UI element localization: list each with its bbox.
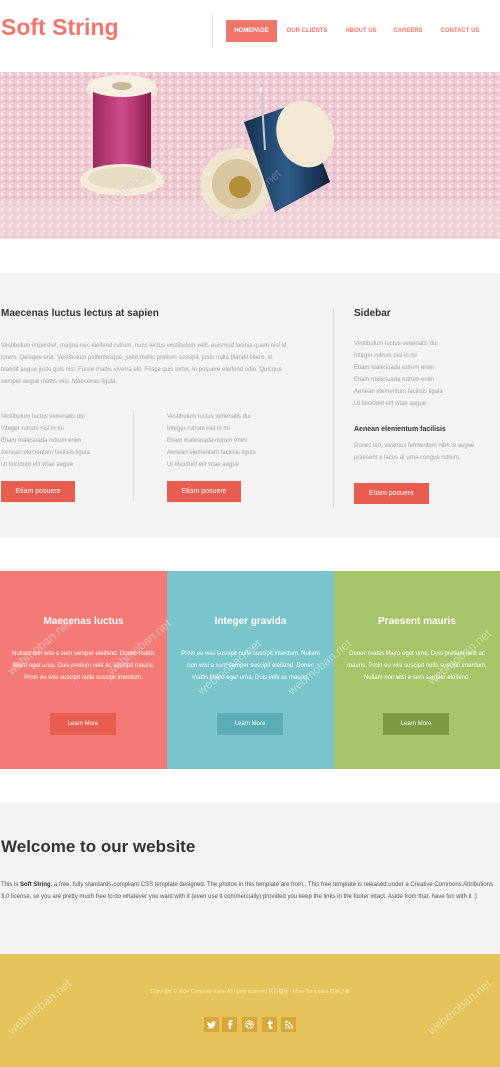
box-text: Nullam non wisi a sem semper eleifend. D… (12, 651, 155, 681)
list-item[interactable]: Integer rutrum nisl in mi (167, 423, 256, 435)
main-paragraph: Vestibulum imperdiet, magna nec eleifend… (1, 343, 287, 385)
feature-box-2: Integer gravida Proin eu wisi suscipit n… (167, 571, 334, 769)
list-item[interactable]: Aenean elementum facilisis ligula (167, 447, 256, 459)
list-item[interactable]: Vestibulum luctus venenatis dui (167, 411, 256, 423)
list-item[interactable]: Etiam malesuada rutrum enim (354, 374, 443, 386)
site-name-bold: Soft String (20, 882, 51, 888)
copyright-text: Copyright © 2014 Company name All rights… (150, 989, 350, 995)
sidebar-heading: Sidebar (354, 308, 391, 319)
list-item[interactable]: Etiam malesuada rutrum enim (354, 362, 443, 374)
list-item[interactable]: Integer rutrum nisl in mi (1, 423, 90, 435)
feature-box-1: Maecenas luctus Nullam non wisi a sem se… (0, 571, 167, 769)
main-list-right: Vestibulum luctus venenatis dui Integer … (167, 411, 256, 471)
etiam-posuere-button-sidebar[interactable]: Etiam posuere (354, 483, 429, 504)
list-item[interactable]: Ut tincidunt elit vitae augue (1, 459, 90, 471)
list-item[interactable]: Aenean elementum facilisis ligula (354, 386, 443, 398)
list-item[interactable]: Etiam malesuada rutrum enim (167, 435, 256, 447)
list-item[interactable]: Vestibulum luctus venenatis dui (354, 338, 443, 350)
welcome-text: This is Soft String, a free, fully stand… (1, 882, 494, 900)
main-list-left: Vestibulum luctus venenatis dui Integer … (1, 411, 90, 471)
welcome-title: Welcome to our website (1, 837, 196, 856)
nav-homepage[interactable]: HOMEPAGE (226, 20, 277, 42)
sidebar-list: Vestibulum luctus venenatis dui Integer … (354, 338, 443, 410)
twitter-icon[interactable] (204, 1017, 219, 1032)
list-item[interactable]: Ut tincidunt elit vitae augue (167, 459, 256, 471)
box-title: Maecenas luctus (43, 616, 124, 627)
dribbble-icon[interactable] (242, 1017, 257, 1032)
nav-contact-us[interactable]: CONTACT US (437, 20, 483, 42)
main-heading: Maecenas luctus lectus at sapien (1, 308, 159, 319)
box-text: Donec mattis libero eget urna. Duis pret… (347, 651, 487, 681)
tumblr-icon[interactable] (262, 1017, 277, 1032)
sidebar-text: Donec leo, vivamus fermentum nibh in aug… (354, 443, 475, 461)
sidebar-divider (333, 308, 334, 508)
nav-careers[interactable]: CAREERS (390, 20, 426, 42)
facebook-icon[interactable] (222, 1017, 237, 1032)
box-title: Integer gravida (214, 616, 287, 627)
list-item[interactable]: Ut tincidunt elit vitae augue (354, 398, 443, 410)
list-item[interactable]: Vestibulum luctus venenatis dui (1, 411, 90, 423)
header: Soft String HOMEPAGE OUR CLIENTS ABOUT U… (0, 0, 500, 72)
list-item[interactable]: Etiam malesuada rutrum enim (1, 435, 90, 447)
learn-more-button[interactable]: Learn More (383, 713, 449, 735)
sidebar-subheading: Aenean elementum facilisis (354, 426, 446, 433)
header-divider (212, 14, 213, 48)
etiam-posuere-button-left[interactable]: Etiam posuere (1, 481, 75, 502)
list-item[interactable]: Integer rutrum nisl in mi (354, 350, 443, 362)
box-text: Proin eu wisi suscipit nulla suscipit in… (181, 651, 320, 681)
list-item[interactable]: Aenean elementum facilisis ligula (1, 447, 90, 459)
feature-box-3: Praesent mauris Donec mattis libero eget… (334, 571, 500, 769)
footer (0, 954, 500, 1067)
hero-thread-spools-image (0, 72, 500, 239)
site-logo[interactable]: Soft String (1, 14, 119, 41)
nav-about-us[interactable]: ABOUT US (340, 20, 382, 42)
learn-more-button[interactable]: Learn More (50, 713, 116, 735)
nav-our-clients[interactable]: OUR CLIENTS (283, 20, 331, 42)
hero-image (0, 72, 500, 239)
column-divider (133, 410, 134, 503)
etiam-posuere-button-right[interactable]: Etiam posuere (167, 481, 241, 502)
learn-more-button[interactable]: Learn More (217, 713, 283, 735)
rss-icon[interactable] (281, 1017, 296, 1032)
box-title: Praesent mauris (378, 616, 456, 627)
